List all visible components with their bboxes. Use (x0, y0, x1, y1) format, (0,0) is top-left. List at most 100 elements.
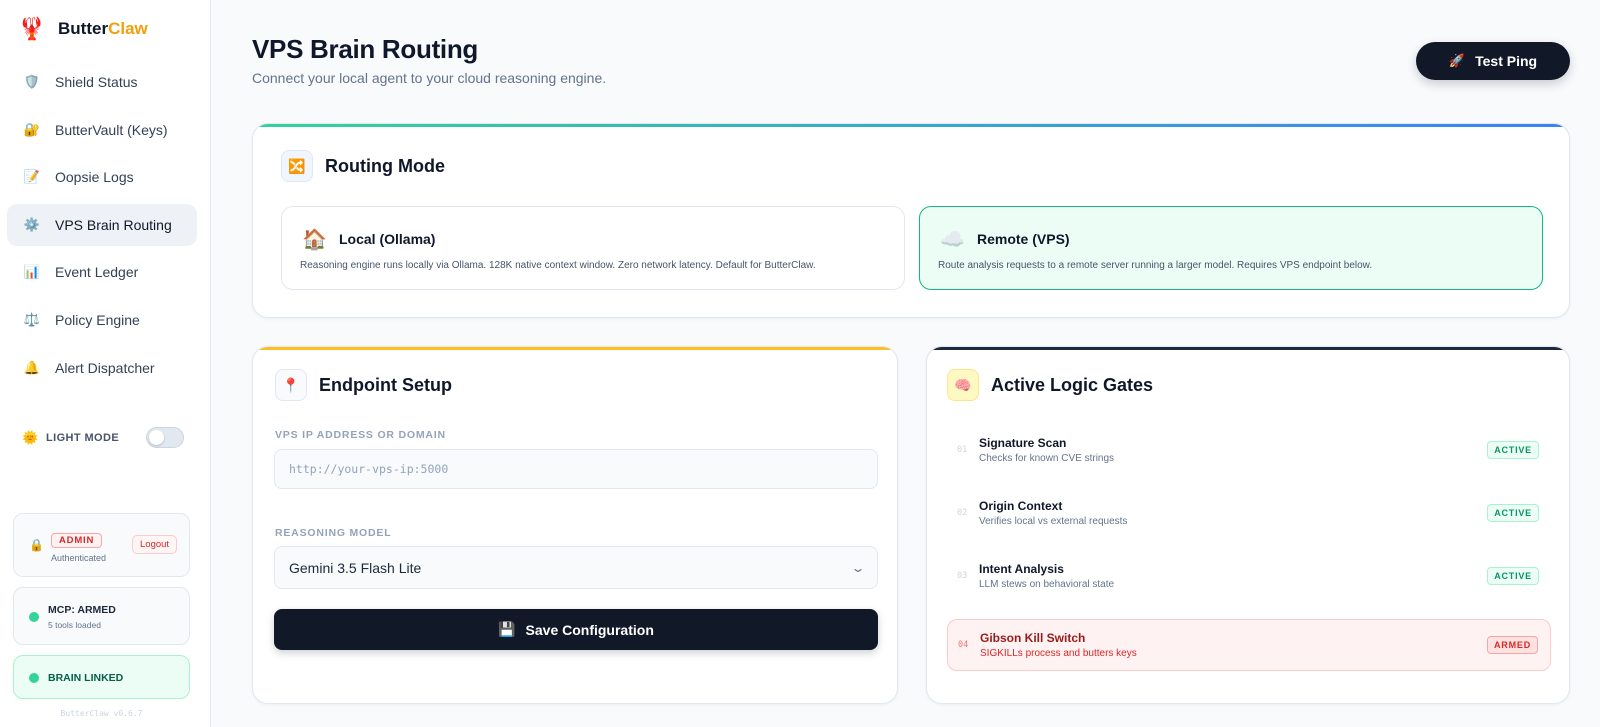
gear-icon: ⚙️ (23, 216, 41, 232)
panel-accent-bar (927, 347, 1569, 350)
logic-gate-row: 01 Signature Scan Checks for known CVE s… (947, 425, 1551, 477)
sidebar-item-vps-brain-routing[interactable]: ⚙️ VPS Brain Routing (7, 203, 197, 246)
sidebar-item-oopsie-logs[interactable]: 📝 Oopsie Logs (7, 156, 197, 198)
page-subtitle: Connect your local agent to your cloud r… (252, 70, 607, 86)
mcp-status-sub: 5 tools loaded (48, 620, 101, 630)
sidebar-item-label: Policy Engine (55, 311, 140, 328)
cloud-icon: ☁️ (940, 229, 965, 251)
brand-name: ButterClaw (58, 19, 148, 38)
panel-header: 🧠 Active Logic Gates (947, 369, 1153, 401)
page-title: VPS Brain Routing (252, 34, 479, 64)
logic-gates-panel: 🧠 Active Logic Gates 01 Signature Scan C… (926, 346, 1570, 704)
brain-status-title: BRAIN LINKED (48, 672, 124, 684)
panel-accent-bar (253, 124, 1569, 127)
panel-header: 🔀 Routing Mode (281, 150, 445, 182)
sidebar-item-alert-dispatcher[interactable]: 🔔 Alert Dispatcher (7, 347, 197, 389)
routing-option-desc: Reasoning engine runs locally via Ollama… (300, 260, 816, 271)
ip-field-label: VPS IP ADDRESS OR DOMAIN (275, 429, 446, 441)
panel-title: Endpoint Setup (319, 374, 452, 395)
sidebar-item-shield-status[interactable]: 🛡️ Shield Status (7, 61, 197, 103)
brain-status-card: BRAIN LINKED (13, 655, 190, 699)
routing-option-local[interactable]: 🏠 Local (Ollama) Reasoning engine runs l… (281, 206, 905, 290)
sidebar-item-label: Alert Dispatcher (55, 359, 155, 376)
gate-desc: SIGKILLs process and butters keys (980, 648, 1137, 659)
test-ping-button[interactable]: 🚀 Test Ping (1416, 42, 1570, 80)
lobster-icon: 🦞 (18, 16, 46, 41)
sidebar-item-label: Oopsie Logs (55, 169, 134, 186)
shuffle-icon: 🔀 (281, 150, 313, 182)
gate-name: Gibson Kill Switch (980, 631, 1086, 645)
house-icon: 🏠 (302, 229, 327, 251)
brain-icon: 🧠 (947, 369, 979, 401)
status-badge: ARMED (1487, 636, 1538, 654)
scales-icon: ⚖️ (23, 311, 41, 327)
logic-gate-row: 03 Intent Analysis LLM stews on behavior… (947, 551, 1551, 603)
lock-icon: 🔒 (29, 538, 44, 552)
gate-name: Intent Analysis (979, 562, 1064, 576)
bell-icon: 🔔 (23, 359, 41, 375)
reasoning-model-select[interactable]: Gemini 3.5 Flash Lite ⌄ (274, 546, 878, 589)
routing-option-remote[interactable]: ☁️ Remote (VPS) Route analysis requests … (919, 206, 1543, 290)
gate-name: Signature Scan (979, 436, 1067, 450)
routing-mode-panel: 🔀 Routing Mode 🏠 Local (Ollama) Reasonin… (252, 123, 1570, 318)
sidebar-nav: 🛡️ Shield Status 🔐 ButterVault (Keys) 📝 … (7, 61, 197, 394)
sidebar-item-event-ledger[interactable]: 📊 Event Ledger (7, 251, 197, 293)
status-dot-icon (29, 673, 39, 683)
sidebar-item-label: Event Ledger (55, 264, 139, 281)
gate-desc: LLM stews on behavioral state (979, 579, 1115, 590)
memo-icon: 📝 (23, 169, 41, 185)
floppy-disk-icon: 💾 (498, 621, 516, 637)
logic-gate-row-kill-switch: 04 Gibson Kill Switch SIGKILLs process a… (947, 619, 1551, 671)
endpoint-setup-panel: 📍 Endpoint Setup VPS IP ADDRESS OR DOMAI… (252, 346, 898, 704)
status-badge: ACTIVE (1487, 567, 1539, 585)
routing-option-name: Local (Ollama) (339, 231, 436, 247)
bar-chart-icon: 📊 (23, 264, 41, 280)
toggle-knob (149, 430, 164, 445)
sidebar: 🦞 ButterClaw 🛡️ Shield Status 🔐 ButterVa… (0, 0, 211, 727)
gate-desc: Checks for known CVE strings (979, 453, 1115, 464)
panel-title: Active Logic Gates (991, 374, 1154, 395)
panel-accent-bar (253, 347, 897, 350)
sidebar-item-label: Shield Status (55, 74, 138, 90)
gate-number: 04 (958, 640, 969, 650)
gate-number: 02 (957, 508, 968, 518)
mcp-status-title: MCP: ARMED (48, 604, 116, 616)
logic-gate-row: 02 Origin Context Verifies local vs exte… (947, 488, 1551, 540)
chevron-down-icon: ⌄ (850, 560, 866, 575)
theme-label: LIGHT MODE (46, 431, 120, 444)
gate-number: 01 (957, 445, 968, 455)
version-label: ButterClaw v0.6.7 (60, 709, 143, 718)
shield-icon: 🛡️ (23, 74, 41, 89)
status-badge: ACTIVE (1487, 504, 1539, 522)
gate-name: Origin Context (979, 499, 1063, 513)
theme-toggle[interactable] (146, 427, 184, 448)
rocket-icon: 🚀 (1448, 53, 1466, 68)
routing-option-name: Remote (VPS) (977, 231, 1070, 247)
admin-status-text: Authenticated (51, 553, 107, 563)
logout-button[interactable]: Logout (132, 535, 178, 554)
sidebar-item-policy-engine[interactable]: ⚖️ Policy Engine (7, 299, 197, 341)
gate-desc: Verifies local vs external requests (979, 516, 1128, 527)
brand[interactable]: 🦞 ButterClaw (18, 15, 148, 43)
admin-card: 🔒 ADMIN Authenticated Logout (13, 513, 190, 577)
panel-title: Routing Mode (325, 155, 445, 176)
save-label: Save Configuration (525, 621, 654, 638)
routing-option-desc: Route analysis requests to a remote serv… (938, 260, 1373, 271)
status-dot-icon (29, 612, 39, 622)
gate-number: 03 (957, 571, 968, 581)
panel-header: 📍 Endpoint Setup (275, 369, 452, 401)
admin-badge: ADMIN (51, 533, 103, 548)
test-ping-label: Test Ping (1475, 53, 1538, 69)
pin-icon: 📍 (275, 369, 307, 401)
theme-toggle-row: 🌞 LIGHT MODE (22, 427, 184, 448)
lock-key-icon: 🔐 (23, 121, 41, 137)
save-configuration-button[interactable]: 💾 Save Configuration (274, 609, 878, 650)
sun-icon: 🌞 (22, 429, 39, 445)
sidebar-item-label: VPS Brain Routing (55, 216, 172, 233)
model-selected-value: Gemini 3.5 Flash Lite (289, 559, 422, 576)
vps-ip-input[interactable] (274, 449, 878, 489)
sidebar-item-label: ButterVault (Keys) (55, 121, 168, 138)
model-field-label: REASONING MODEL (275, 527, 392, 539)
sidebar-item-buttervault[interactable]: 🔐 ButterVault (Keys) (7, 109, 197, 151)
mcp-status-card: MCP: ARMED 5 tools loaded (13, 587, 190, 645)
